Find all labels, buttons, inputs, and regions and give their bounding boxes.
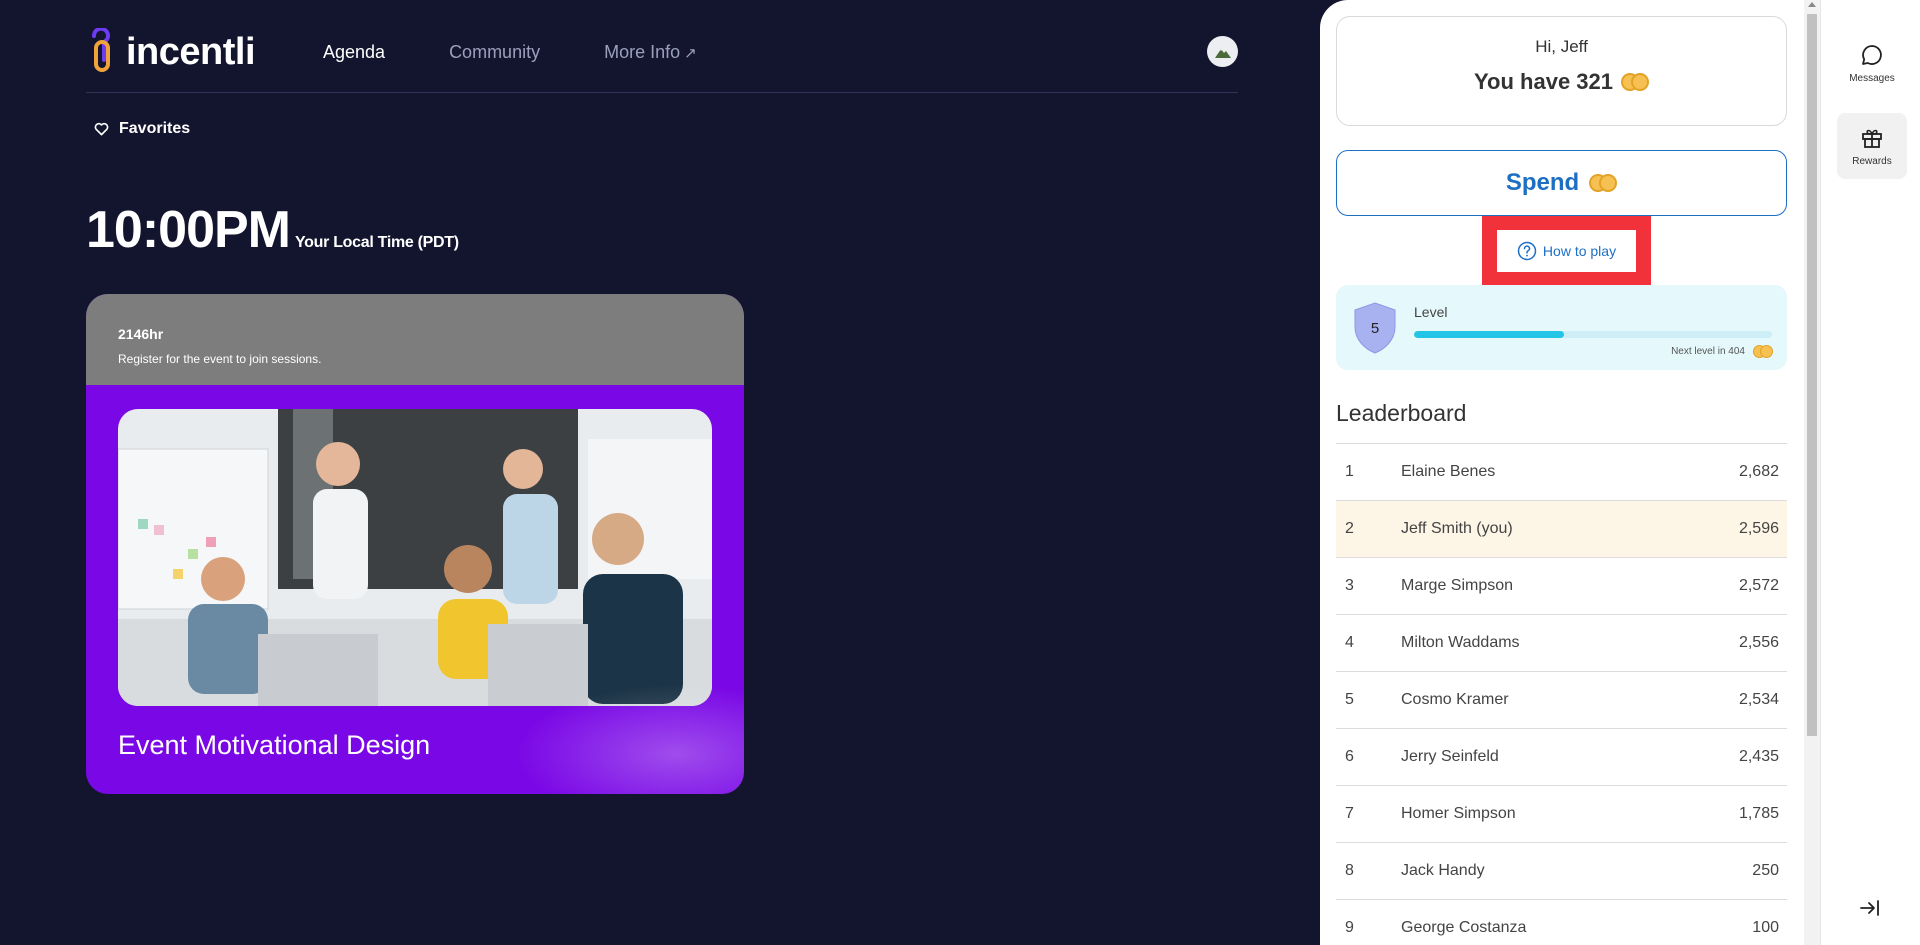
leaderboard-rank: 1: [1345, 463, 1354, 480]
how-to-play-button[interactable]: How to play: [1497, 230, 1636, 272]
leaderboard-points: 2,435: [1738, 748, 1779, 765]
leaderboard-rank: 9: [1345, 919, 1354, 936]
leaderboard-row-current-user: 2 Jeff Smith (you) 2,596: [1336, 501, 1787, 558]
external-link-icon: ↗: [684, 45, 697, 62]
leaderboard-points: 2,556: [1738, 634, 1779, 651]
messages-label: Messages: [1849, 72, 1895, 84]
nav-community[interactable]: Community: [449, 42, 540, 63]
leaderboard-points: 2,682: [1738, 463, 1779, 480]
leaderboard-row: 3 Marge Simpson 2,572: [1336, 558, 1787, 615]
spend-label: Spend: [1505, 169, 1580, 196]
balance-text: You have 321: [1474, 69, 1613, 94]
right-rail: Messages Rewards: [1820, 0, 1920, 945]
rewards-label: Rewards: [1852, 155, 1892, 167]
leaderboard-title: Leaderboard: [1336, 400, 1467, 426]
leaderboard-table: 1 Elaine Benes 2,682 2 Jeff Smith (you) …: [1336, 443, 1787, 945]
event-card-header: 2146hr Register for the event to join se…: [86, 294, 744, 385]
leaderboard-rank: 7: [1345, 805, 1354, 822]
leaderboard-name: Marge Simpson: [1401, 577, 1514, 594]
nav-agenda[interactable]: Agenda: [323, 42, 385, 63]
leaderboard-points: 2,534: [1738, 691, 1779, 708]
scroll-thumb[interactable]: [1807, 14, 1817, 736]
panel-scrollbar[interactable]: [1804, 0, 1820, 945]
greeting-text: Hi, Jeff: [1535, 37, 1588, 56]
leaderboard-points: 100: [1752, 919, 1779, 936]
scroll-up-arrow-icon[interactable]: [1808, 2, 1816, 7]
level-shield-icon: 5: [1354, 302, 1396, 354]
local-time: 10:00PM Your Local Time (PDT): [86, 201, 459, 259]
heart-icon: [94, 122, 109, 136]
balance-row: You have 321: [1337, 69, 1786, 95]
leaderboard-rank: 4: [1345, 634, 1354, 651]
leaderboard-name: Milton Waddams: [1401, 634, 1520, 651]
logo[interactable]: incentli: [86, 28, 256, 76]
chat-bubble-icon: [1862, 44, 1882, 65]
gift-icon: [1862, 129, 1882, 148]
rewards-panel: Hi, Jeff You have 321 Spend How to play …: [1320, 0, 1820, 945]
leaderboard-name: Cosmo Kramer: [1401, 691, 1509, 708]
leaderboard-rank: 3: [1345, 577, 1354, 594]
level-number: 5: [1371, 320, 1379, 337]
event-card[interactable]: 2146hr Register for the event to join se…: [86, 294, 744, 794]
event-image: [118, 409, 712, 706]
help-circle-icon: [1517, 241, 1537, 261]
team-celebration-photo: [118, 409, 712, 706]
leaderboard-name: Jerry Seinfeld: [1401, 748, 1499, 765]
leaderboard-row: 5 Cosmo Kramer 2,534: [1336, 672, 1787, 729]
leaderboard-points: 250: [1752, 862, 1779, 879]
nav-more-info[interactable]: More Info ↗: [604, 42, 697, 63]
mountain-icon: [1214, 48, 1231, 58]
leaderboard-row: 7 Homer Simpson 1,785: [1336, 786, 1787, 843]
nav-more-info-label: More Info: [604, 42, 681, 62]
leaderboard-name: Jeff Smith (you): [1401, 520, 1513, 537]
favorites-button[interactable]: Favorites: [94, 120, 190, 138]
how-to-play-highlight: How to play: [1482, 216, 1651, 287]
time-zone-label: Your Local Time (PDT): [295, 234, 459, 251]
favorites-label: Favorites: [119, 120, 191, 137]
level-progress-fill: [1414, 331, 1565, 338]
leaderboard-rank: 2: [1345, 520, 1354, 537]
level-label: Level: [1414, 304, 1448, 320]
how-to-play-label: How to play: [1542, 243, 1617, 259]
leaderboard-rank: 6: [1345, 748, 1354, 765]
rewards-button[interactable]: Rewards: [1837, 113, 1907, 179]
messages-button[interactable]: Messages: [1837, 30, 1907, 96]
event-note: Register for the event to join sessions.: [118, 352, 322, 366]
leaderboard-points: 2,596: [1738, 520, 1779, 537]
leaderboard-row: 4 Milton Waddams 2,556: [1336, 615, 1787, 672]
event-hours: 2146hr: [118, 326, 164, 342]
level-card: 5 Level Next level in 404: [1336, 285, 1787, 370]
card-glow: [516, 684, 744, 794]
current-time: 10:00PM: [86, 201, 291, 259]
main-nav: Agenda Community More Info ↗: [323, 42, 697, 63]
coins-icon: [1621, 73, 1649, 91]
leaderboard-name: George Costanza: [1401, 919, 1527, 936]
leaderboard-points: 2,572: [1738, 577, 1779, 594]
leaderboard-rank: 8: [1345, 862, 1354, 879]
collapse-arrow-icon: [1860, 900, 1879, 916]
leaderboard-name: Homer Simpson: [1401, 805, 1516, 822]
level-progress-bar: [1414, 331, 1772, 338]
main-area: incentli Agenda Community More Info ↗ Fav…: [0, 0, 1320, 945]
logo-text: incentli: [126, 31, 256, 73]
event-title: Event Motivational Design: [118, 730, 431, 760]
leaderboard-points: 1,785: [1738, 805, 1779, 822]
leaderboard-name: Jack Handy: [1401, 862, 1485, 879]
leaderboard-row: 6 Jerry Seinfeld 2,435: [1336, 729, 1787, 786]
logo-mark-icon: [92, 28, 110, 72]
greeting-card: Hi, Jeff You have 321: [1336, 16, 1787, 126]
next-level-row: Next level in 404: [1671, 345, 1773, 358]
leaderboard-row: 1 Elaine Benes 2,682: [1336, 444, 1787, 501]
leaderboard-rank: 5: [1345, 691, 1354, 708]
collapse-panel-button[interactable]: [1858, 896, 1882, 925]
leaderboard-row: 8 Jack Handy 250: [1336, 843, 1787, 900]
coins-icon: [1753, 345, 1773, 358]
leaderboard-row: 9 George Costanza 100: [1336, 900, 1787, 945]
top-header: incentli Agenda Community More Info ↗: [86, 0, 1238, 93]
leaderboard-name: Elaine Benes: [1401, 463, 1496, 480]
coins-icon: [1589, 174, 1618, 192]
next-level-text: Next level in 404: [1671, 346, 1745, 357]
spend-button[interactable]: Spend: [1336, 150, 1787, 216]
avatar[interactable]: [1207, 36, 1238, 67]
